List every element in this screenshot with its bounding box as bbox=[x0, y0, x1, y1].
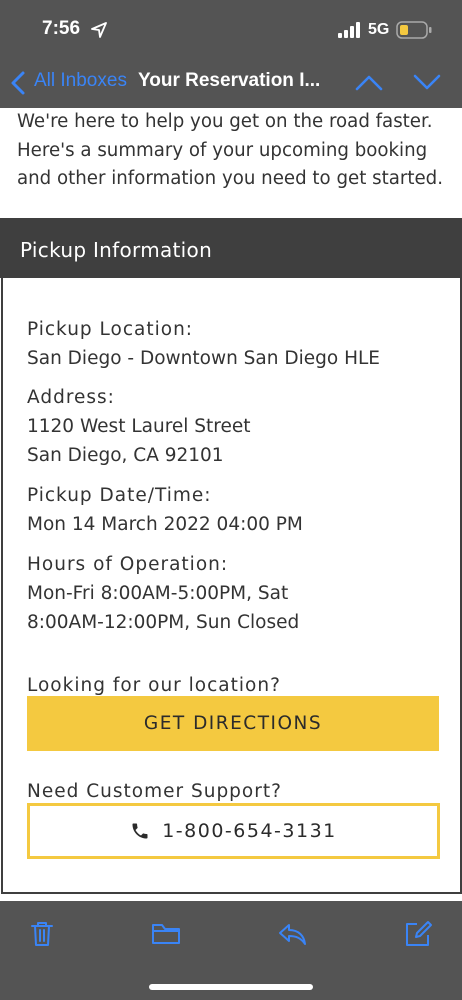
top-chrome: 7:56 5G All Inboxes Your Reservation I..… bbox=[0, 0, 462, 108]
previous-message-chevron-icon[interactable] bbox=[354, 72, 384, 92]
pickup-section-header: Pickup Information bbox=[0, 218, 462, 278]
get-directions-label: GET DIRECTIONS bbox=[143, 713, 323, 734]
cellular-signal-icon bbox=[338, 22, 360, 38]
compose-icon[interactable] bbox=[403, 919, 433, 949]
hours-line: 8:00AM-12:00PM, Sun Closed bbox=[27, 612, 300, 633]
email-subject-title: Your Reservation I... bbox=[138, 70, 321, 91]
status-bar: 7:56 5G bbox=[0, 0, 462, 58]
status-time: 7:56 bbox=[42, 18, 81, 39]
support-prompt: Need Customer Support? bbox=[27, 781, 282, 802]
phone-icon bbox=[132, 823, 148, 839]
back-chevron-icon[interactable] bbox=[9, 70, 27, 96]
hours-block: Hours of Operation: Mon-Fri 8:00AM-5:00P… bbox=[27, 550, 299, 637]
pickup-info-card: Pickup Location: San Diego - Downtown Sa… bbox=[1, 278, 462, 894]
intro-line: and other information you need to get st… bbox=[17, 168, 443, 189]
folder-icon[interactable] bbox=[151, 919, 181, 949]
intro-line: We're here to help you get on the road f… bbox=[17, 111, 433, 132]
pickup-datetime-block: Pickup Date/Time: Mon 14 March 2022 04:0… bbox=[27, 481, 303, 539]
intro-paragraph: We're here to help you get on the road f… bbox=[17, 108, 457, 194]
hours-line: Mon-Fri 8:00AM-5:00PM, Sat bbox=[27, 583, 289, 604]
address-line: 1120 West Laurel Street bbox=[27, 416, 251, 437]
address-label: Address: bbox=[27, 387, 115, 408]
pickup-location-block: Pickup Location: San Diego - Downtown Sa… bbox=[27, 315, 380, 373]
pickup-datetime-value: Mon 14 March 2022 04:00 PM bbox=[27, 514, 303, 535]
back-to-all-inboxes[interactable]: All Inboxes bbox=[34, 70, 127, 92]
mail-bottom-toolbar bbox=[0, 901, 462, 1000]
pickup-datetime-label: Pickup Date/Time: bbox=[27, 485, 212, 506]
trash-icon[interactable] bbox=[27, 919, 57, 949]
address-block: Address: 1120 West Laurel Street San Die… bbox=[27, 383, 251, 470]
reply-icon[interactable] bbox=[277, 919, 307, 949]
pickup-location-value: San Diego - Downtown San Diego HLE bbox=[27, 348, 380, 369]
network-type: 5G bbox=[368, 21, 390, 38]
address-line: San Diego, CA 92101 bbox=[27, 445, 224, 466]
battery-low-icon bbox=[396, 21, 432, 39]
pickup-location-label: Pickup Location: bbox=[27, 319, 194, 340]
mail-nav-bar: All Inboxes Your Reservation I... bbox=[0, 58, 462, 108]
get-directions-button[interactable]: GET DIRECTIONS bbox=[27, 696, 439, 751]
support-prompt-block: Need Customer Support? bbox=[27, 777, 282, 806]
hours-label: Hours of Operation: bbox=[27, 554, 229, 575]
location-arrow-icon bbox=[91, 22, 107, 38]
home-indicator[interactable] bbox=[149, 984, 313, 990]
section-title: Pickup Information bbox=[20, 238, 213, 262]
phone-number: 1-800-654-3131 bbox=[162, 820, 337, 842]
intro-line: Here's a summary of your upcoming bookin… bbox=[17, 139, 428, 161]
next-message-chevron-icon[interactable] bbox=[412, 72, 442, 92]
call-support-button[interactable]: 1-800-654-3131 bbox=[27, 803, 440, 859]
